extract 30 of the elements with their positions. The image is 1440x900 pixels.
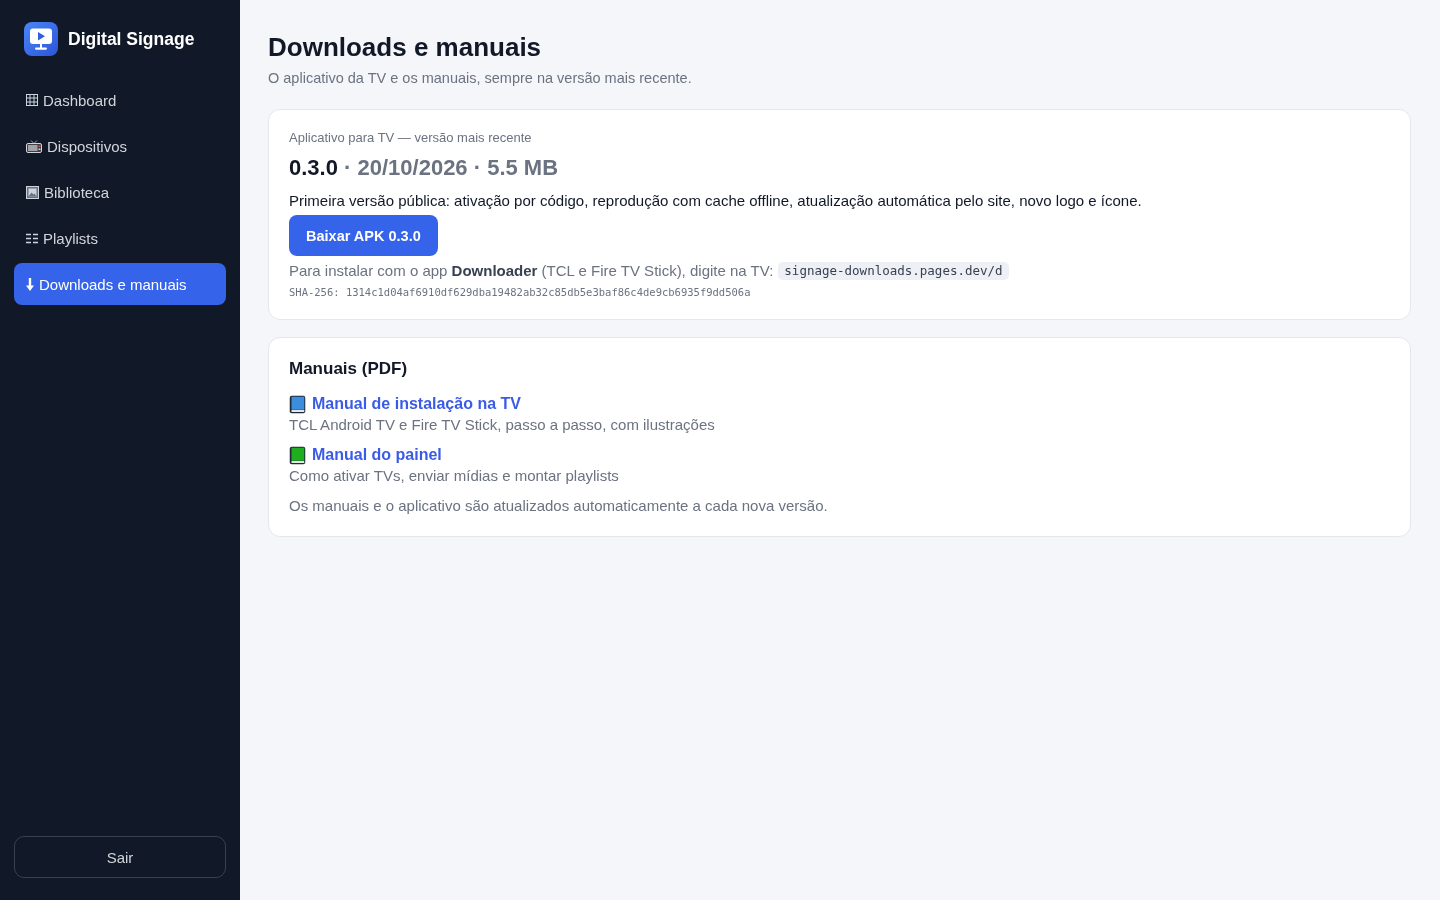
nav-item[interactable]: Dashboard [14, 79, 226, 121]
manual-link[interactable]: Manual de instalação na TV [312, 393, 521, 415]
logo-icon [24, 22, 58, 56]
card-caption: Aplicativo para TV — versão mais recente [289, 129, 533, 147]
logout-button[interactable]: Sair [14, 836, 226, 878]
release-notes: Primeira versão pública: ativação por código, reprodução com cache offline, atualização automática pelo site, novo logo e ícone. [289, 191, 1143, 211]
download-button[interactable]: Baixar APK 0.3.0 [289, 215, 438, 256]
book-icon [289, 394, 306, 414]
book-icon [289, 445, 306, 465]
picture-frame-icon [26, 185, 39, 199]
tv-icon [26, 139, 42, 153]
nav-item[interactable]: Biblioteca [14, 171, 226, 213]
section-title: Manuais (PDF) [289, 358, 409, 380]
install-hint: Para instalar com o app Downloader (TCL e Fire TV Stick), digite na TV: [289, 261, 774, 281]
manual-description: TCL Android TV e Fire TV Stick, passo a passo, com ilustrações [289, 415, 716, 435]
list-icon [26, 232, 38, 244]
page-subtitle: O aplicativo da TV e os manuais, sempre na versão mais recente. [268, 69, 693, 87]
nav-item[interactable]: Dispositivos [14, 125, 226, 167]
brand-name: Digital Signage [68, 28, 195, 50]
nav-item[interactable]: Downloads e manuais [14, 263, 226, 305]
nav-item[interactable]: Playlists [14, 217, 226, 259]
down-arrow-icon [26, 277, 34, 291]
manual-description: Como ativar TVs, enviar mídias e montar playlists [289, 466, 620, 486]
grid-icon [26, 94, 38, 106]
checksum-text: SHA-256: 1314c1d04af6910df629dba19482ab32c85db5e3baf86c4de9cb6935f9dd506a [289, 285, 752, 299]
page-title: Downloads e manuais [268, 31, 543, 63]
manual-link[interactable]: Manual do painel [312, 444, 442, 466]
install-url: signage-downloads.pages.dev/d [778, 262, 1009, 280]
version-heading: 0.3.0 · 20/10/2026 · 5.5 MB [289, 154, 560, 182]
update-note: Os manuais e o aplicativo são atualizados automaticamente a cada nova versão. [289, 496, 829, 516]
